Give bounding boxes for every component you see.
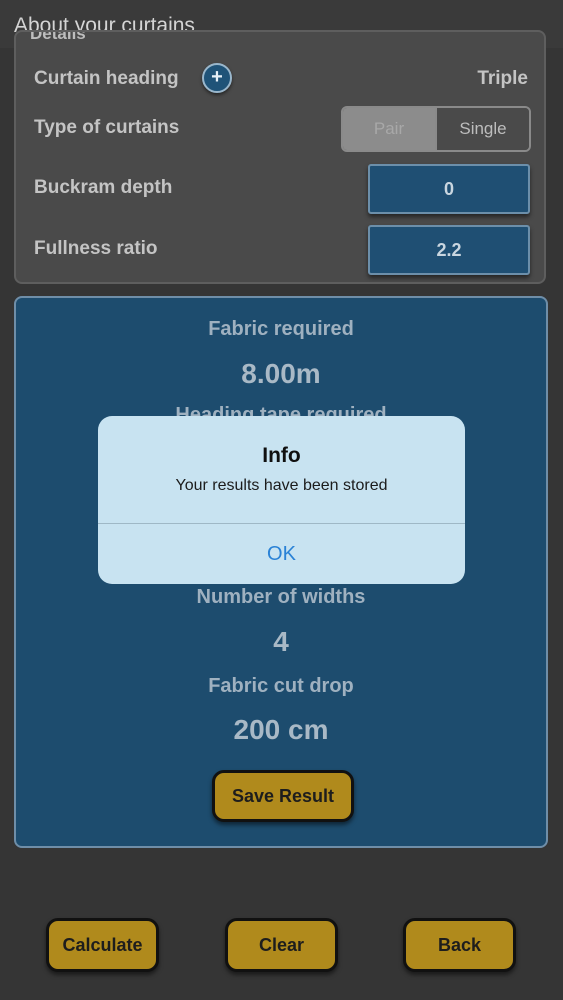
fabric-cut-drop-value: 200 cm (233, 714, 329, 745)
fabric-required-label: Fabric required (208, 318, 354, 340)
dialog-message: Your results have been stored (175, 477, 388, 494)
details-card: Details Curtain heading + Triple Type of… (14, 30, 546, 284)
info-alert-dialog: Info Your results have been stored OK (98, 416, 465, 584)
buckram-depth-field[interactable]: 0 (368, 164, 530, 214)
number-of-widths-value: 4 (273, 626, 289, 657)
number-of-widths-label: Number of widths (196, 586, 366, 608)
calculate-button[interactable]: Calculate (46, 918, 159, 972)
fullness-ratio-field[interactable]: 2.2 (368, 225, 530, 275)
curtain-type-segmented-control: Pair Single (341, 106, 531, 152)
add-heading-button[interactable]: + (202, 63, 232, 93)
save-result-button[interactable]: Save Result (212, 770, 354, 822)
section-title-details: Details (30, 30, 86, 43)
segment-single[interactable]: Single (435, 108, 529, 150)
curtain-heading-label: Curtain heading (34, 68, 179, 89)
fabric-cut-drop-label: Fabric cut drop (208, 675, 354, 697)
dialog-title: Info (262, 444, 301, 467)
clear-button[interactable]: Clear (225, 918, 338, 972)
back-button[interactable]: Back (403, 918, 516, 972)
fabric-required-value: 8.00m (241, 358, 321, 389)
curtain-heading-value[interactable]: Triple (477, 68, 528, 90)
segment-pair[interactable]: Pair (343, 108, 435, 150)
plus-icon: + (211, 66, 223, 88)
type-of-curtains-label: Type of curtains (34, 117, 180, 138)
fullness-ratio-label: Fullness ratio (34, 238, 158, 259)
dialog-ok-button[interactable]: OK (98, 524, 465, 584)
buckram-depth-label: Buckram depth (34, 177, 173, 198)
